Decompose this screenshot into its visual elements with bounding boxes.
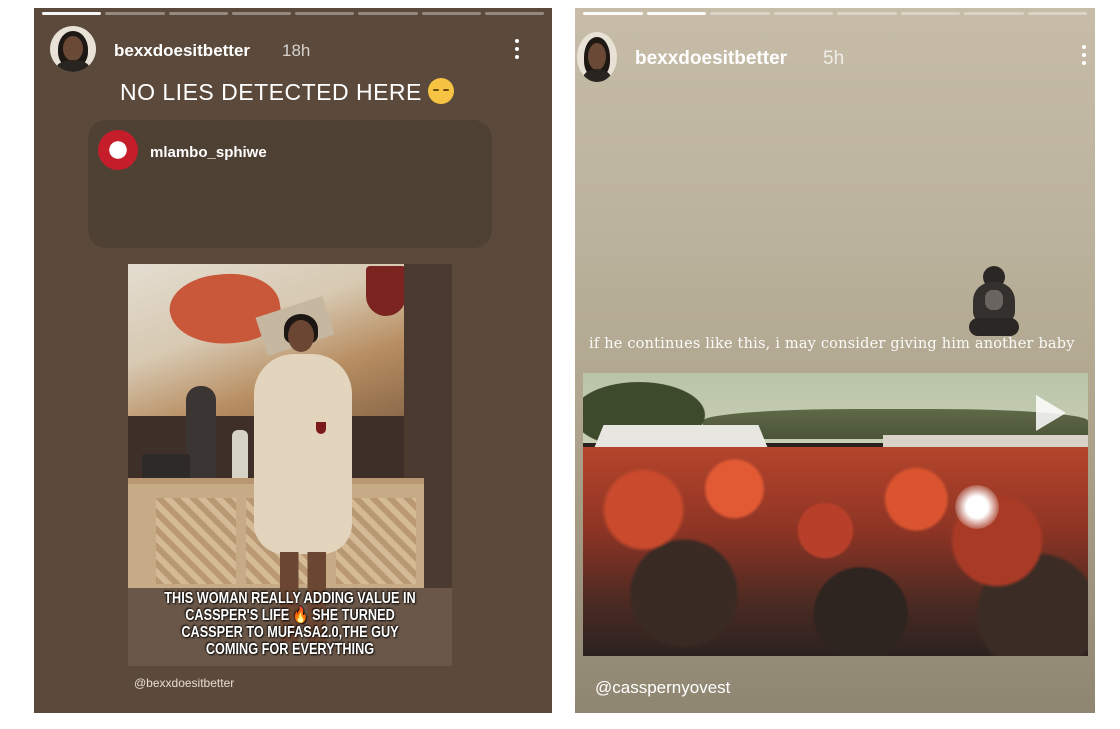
story-caption: if he continues like this, i may conside… bbox=[589, 336, 1075, 352]
progress-segment bbox=[710, 12, 770, 15]
story-right[interactable]: bexxdoesitbetter 5h if he continues like… bbox=[575, 8, 1095, 713]
upside-down-face-icon bbox=[427, 78, 454, 104]
progress-segment bbox=[646, 12, 706, 15]
person-dress bbox=[254, 354, 352, 554]
stage-light bbox=[955, 485, 999, 529]
progress-segment bbox=[295, 12, 355, 15]
bottle bbox=[232, 430, 248, 480]
progress-segment bbox=[964, 12, 1024, 15]
story-caption: NO LIES DETECTED HERE bbox=[120, 78, 454, 106]
reshared-user-avatar[interactable] bbox=[98, 130, 138, 170]
more-options-icon[interactable] bbox=[1081, 45, 1087, 67]
progress-segment bbox=[484, 12, 544, 15]
more-options-icon[interactable] bbox=[514, 39, 520, 61]
avatar[interactable] bbox=[577, 32, 617, 82]
lamp bbox=[366, 266, 406, 316]
progress-segment bbox=[773, 12, 833, 15]
wine-glass bbox=[316, 422, 326, 434]
caption-text: NO LIES DETECTED HERE bbox=[120, 79, 422, 105]
reshared-photo[interactable]: THIS WOMAN REALLY ADDING VALUE IN CASSPE… bbox=[128, 264, 452, 666]
story-username[interactable]: bexxdoesitbetter bbox=[635, 48, 787, 70]
progress-segment bbox=[105, 12, 165, 15]
story-timestamp: 18h bbox=[282, 41, 311, 60]
story-left[interactable]: bexxdoesitbetter 18h NO LIES DETECTED HE… bbox=[34, 8, 552, 713]
video-mention[interactable]: @casspernyovest bbox=[595, 678, 730, 698]
progress-segment bbox=[421, 12, 481, 15]
story-progress-bar bbox=[583, 12, 1087, 15]
progress-segment bbox=[1027, 12, 1087, 15]
progress-segment bbox=[900, 12, 960, 15]
reshared-post-card[interactable]: mlambo_sphiwe bbox=[88, 120, 492, 248]
avatar[interactable] bbox=[50, 26, 96, 72]
progress-segment bbox=[358, 12, 418, 15]
progress-segment bbox=[42, 12, 102, 15]
vase bbox=[186, 386, 216, 482]
progress-segment bbox=[583, 12, 643, 15]
crowd bbox=[583, 447, 1088, 656]
progress-segment bbox=[231, 12, 291, 15]
photo-overlay-text: THIS WOMAN REALLY ADDING VALUE IN CASSPE… bbox=[164, 590, 416, 658]
play-icon[interactable] bbox=[1036, 395, 1066, 431]
shared-video[interactable] bbox=[583, 373, 1088, 656]
photo-mention[interactable]: @bexxdoesitbetter bbox=[134, 676, 234, 690]
story-progress-bar bbox=[42, 12, 544, 15]
reshared-username[interactable]: mlambo_sphiwe bbox=[150, 144, 267, 161]
progress-segment bbox=[837, 12, 897, 15]
story-timestamp: 5h bbox=[823, 48, 845, 69]
story-username[interactable]: bexxdoesitbetter bbox=[114, 41, 250, 61]
person-head bbox=[288, 320, 314, 352]
gorilla-sticker-icon bbox=[969, 266, 1019, 338]
progress-segment bbox=[168, 12, 228, 15]
